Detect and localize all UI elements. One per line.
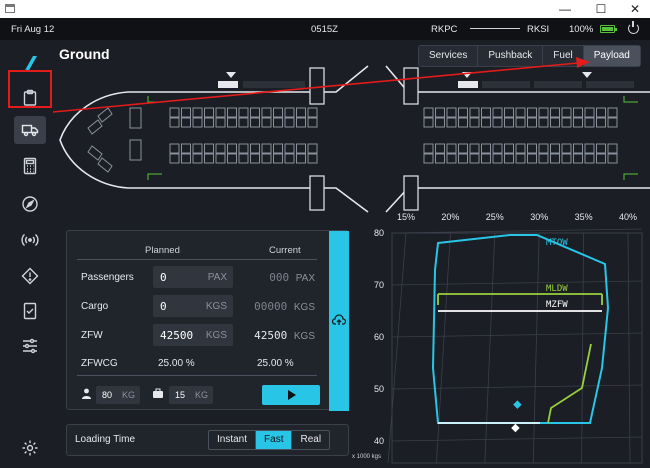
- passengers-current: 000 PAX: [257, 271, 315, 284]
- sliders-icon[interactable]: [14, 332, 46, 360]
- pax-weight-unit: KG: [121, 390, 135, 400]
- page-title: Ground: [59, 46, 110, 62]
- zfw-planned-unit: KGS: [205, 330, 227, 341]
- y-tick-label: 70: [374, 280, 384, 290]
- cargo-hold-icon: [458, 81, 478, 88]
- bag-weight-input[interactable]: 15 KG: [169, 386, 213, 404]
- pax-weight-value: 80: [102, 390, 113, 400]
- y-tick-label: 40: [374, 436, 384, 446]
- passengers-planned-value: 0: [160, 271, 167, 284]
- passengers-current-unit: PAX: [295, 273, 315, 284]
- zfw-planned-value: 42500: [160, 329, 194, 342]
- planned-header: Planned: [145, 245, 180, 256]
- tab-payload[interactable]: Payload: [583, 46, 640, 66]
- gear-icon[interactable]: [14, 434, 46, 462]
- minimize-button[interactable]: —: [548, 0, 582, 18]
- cargo-current-value: 00000: [254, 300, 288, 313]
- pax-weight-input[interactable]: 80 KG: [96, 386, 140, 404]
- mzfw-label: MZFW: [546, 300, 568, 310]
- person-icon: [82, 388, 91, 399]
- sidebar-item-ground[interactable]: [14, 116, 46, 144]
- app-icon: [5, 4, 15, 13]
- maximize-button[interactable]: ☐: [584, 0, 618, 18]
- zfw-input[interactable]: 42500 KGS: [153, 324, 233, 346]
- aircraft-seatmap: [59, 65, 650, 213]
- close-button[interactable]: ✕: [618, 0, 650, 18]
- tab-pushback[interactable]: Pushback: [478, 46, 544, 66]
- cloud-upload-icon: [332, 314, 346, 325]
- zfw-current-value: 42500: [254, 329, 288, 342]
- cg-envelope-chart: 15% 20% 25% 30% 35% 40% 8070605040 MTOW MLDW …: [352, 212, 643, 464]
- x-tick-label: 20%: [441, 212, 459, 222]
- zfw-label: ZFW: [81, 330, 103, 341]
- y-tick-label: 50: [374, 384, 384, 394]
- footer-divider: [77, 375, 317, 376]
- passengers-label: Passengers: [81, 272, 134, 283]
- cargo-label: Cargo: [81, 301, 109, 312]
- y-tick-label: 60: [374, 332, 384, 342]
- cargo-input[interactable]: 0 KGS: [153, 295, 233, 317]
- passengers-input[interactable]: 0 PAX: [153, 266, 233, 288]
- cargo-current: 00000 KGS: [239, 300, 315, 313]
- bag-weight-value: 15: [175, 390, 186, 400]
- current-header: Current: [269, 245, 301, 256]
- compass-icon[interactable]: [14, 190, 46, 218]
- cargo-planned-unit: KGS: [205, 301, 227, 312]
- loading-time-label: Loading Time: [75, 434, 136, 445]
- battery-level: 100%: [569, 24, 594, 35]
- tab-services[interactable]: Services: [419, 46, 479, 66]
- loading-option-real[interactable]: Real: [292, 431, 329, 449]
- route-line: [470, 28, 520, 29]
- payload-panel: Planned Current Passengers 0 PAX 000 PAX…: [66, 230, 349, 411]
- calculator-icon[interactable]: [14, 152, 46, 180]
- cargo-current-unit: KGS: [293, 302, 315, 313]
- status-origin: RKPC: [431, 24, 458, 35]
- upload-payload-strip[interactable]: [329, 231, 349, 411]
- zfw-current-unit: KGS: [293, 331, 315, 342]
- status-bar: Fri Aug 12 0515Z RKPC RKSI 100%: [0, 18, 650, 40]
- x-tick-label: 25%: [486, 212, 504, 222]
- checklist-icon[interactable]: [14, 297, 46, 325]
- cargo-hold-icon: [218, 81, 238, 88]
- annotation-highlight-box: [8, 70, 52, 108]
- truck-icon: [21, 124, 39, 137]
- tab-fuel[interactable]: Fuel: [543, 46, 584, 66]
- zfw-current: 42500 KGS: [239, 329, 315, 342]
- loading-time-selector: Instant Fast Real: [208, 430, 331, 450]
- cargo-planned-value: 0: [160, 300, 167, 313]
- x-tick-label: 30%: [530, 212, 548, 222]
- zfwcg-planned-value: 25.00 %: [158, 358, 195, 369]
- power-icon[interactable]: [628, 21, 639, 34]
- loading-option-fast[interactable]: Fast: [256, 431, 293, 449]
- broadcast-icon[interactable]: [14, 226, 46, 254]
- loading-time-panel: Loading Time Instant Fast Real: [66, 424, 349, 456]
- zfwcg-label: ZFWCG: [81, 358, 118, 369]
- passengers-planned-unit: PAX: [207, 272, 227, 283]
- mldw-label: MLDW: [546, 284, 568, 294]
- mtow-label: MTOW: [546, 238, 568, 248]
- x-tick-label: 15%: [397, 212, 415, 222]
- y-unit-label: x 1000 kgs: [352, 454, 381, 460]
- x-tick-label: 40%: [619, 212, 637, 222]
- loading-option-instant[interactable]: Instant: [209, 431, 257, 449]
- header-divider: [77, 259, 317, 260]
- passengers-current-value: 000: [269, 271, 290, 284]
- battery-icon: [600, 25, 617, 33]
- bag-weight-unit: KG: [194, 390, 208, 400]
- y-tick-label: 80: [374, 228, 384, 238]
- baggage-icon: [153, 388, 163, 398]
- status-date: Fri Aug 12: [11, 24, 55, 35]
- warning-icon[interactable]: [14, 262, 46, 290]
- zfwcg-current-value: 25.00 %: [257, 358, 294, 369]
- status-time: 0515Z: [311, 24, 338, 35]
- x-tick-label: 35%: [575, 212, 593, 222]
- window-titlebar: — ☐ ✕: [0, 0, 650, 18]
- status-destination: RKSI: [527, 24, 550, 35]
- start-boarding-button[interactable]: [262, 385, 320, 405]
